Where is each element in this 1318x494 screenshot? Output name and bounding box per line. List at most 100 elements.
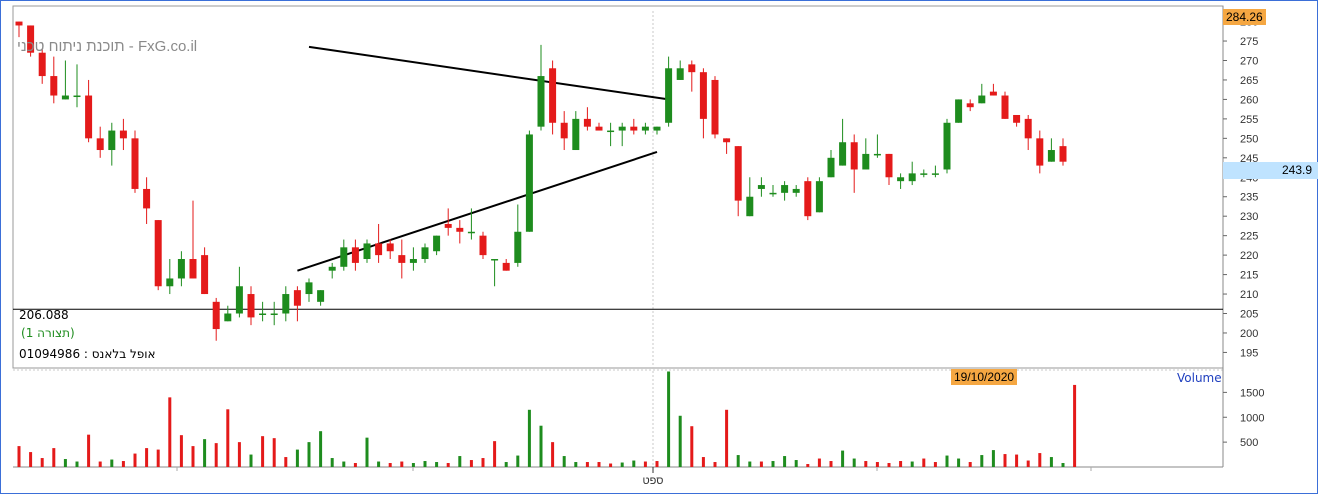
candle-down[interactable]	[293, 286, 301, 322]
volume-bar[interactable]	[458, 456, 462, 467]
volume-bar[interactable]	[597, 462, 601, 467]
volume-bar[interactable]	[284, 457, 288, 467]
volume-bar[interactable]	[272, 438, 276, 467]
candle-up[interactable]	[235, 266, 243, 318]
candle-down[interactable]	[189, 200, 197, 279]
volume-bar[interactable]	[1015, 454, 1019, 467]
volume-bar[interactable]	[655, 461, 659, 467]
candle-up[interactable]	[781, 181, 789, 201]
volume-bar[interactable]	[75, 461, 79, 467]
candle-up[interactable]	[340, 239, 348, 271]
volume-bar[interactable]	[110, 459, 114, 467]
candle-up[interactable]	[839, 118, 847, 166]
volume-bar[interactable]	[551, 442, 555, 467]
candle-up[interactable]	[305, 278, 313, 302]
candle-down[interactable]	[699, 68, 707, 139]
candle-up[interactable]	[792, 185, 800, 197]
candle-up[interactable]	[931, 165, 939, 178]
volume-bar[interactable]	[63, 459, 67, 467]
candle-down[interactable]	[212, 297, 220, 341]
candle-up[interactable]	[328, 262, 336, 279]
candle-down[interactable]	[15, 21, 23, 38]
candle-down[interactable]	[549, 60, 557, 135]
volume-bar[interactable]	[121, 461, 125, 467]
volume-bar[interactable]	[736, 455, 740, 467]
volume-bar[interactable]	[237, 442, 241, 467]
candle-down[interactable]	[734, 146, 742, 217]
volume-bar[interactable]	[168, 397, 172, 467]
volume-bar[interactable]	[887, 463, 891, 467]
candle-up[interactable]	[653, 126, 661, 135]
volume-bar[interactable]	[690, 426, 694, 467]
candle-down[interactable]	[50, 56, 58, 104]
candle-up[interactable]	[363, 239, 371, 263]
candle-up[interactable]	[433, 235, 441, 256]
candle-up[interactable]	[943, 118, 951, 174]
candle-up[interactable]	[177, 251, 185, 287]
candle-up[interactable]	[282, 286, 290, 322]
volume-bar[interactable]	[52, 448, 56, 467]
volume-bar[interactable]	[400, 461, 404, 467]
candle-up[interactable]	[665, 56, 673, 127]
candle-up[interactable]	[421, 243, 429, 263]
candle-up[interactable]	[270, 301, 278, 326]
volume-bar[interactable]	[98, 461, 102, 467]
volume-bar[interactable]	[1049, 457, 1053, 467]
candle-down[interactable]	[966, 99, 974, 112]
candle-down[interactable]	[386, 239, 394, 260]
volume-bar[interactable]	[829, 461, 833, 467]
volume-bar[interactable]	[701, 457, 705, 467]
candle-up[interactable]	[769, 185, 777, 197]
volume-bar[interactable]	[1061, 463, 1065, 467]
candle-up[interactable]	[920, 169, 928, 178]
candle-down[interactable]	[711, 76, 719, 139]
candle-up[interactable]	[73, 64, 81, 108]
volume-bar[interactable]	[771, 461, 775, 467]
volume-bar[interactable]	[342, 461, 346, 467]
volume-bar[interactable]	[783, 456, 787, 467]
candle-down[interactable]	[131, 130, 139, 193]
volume-bar[interactable]	[353, 463, 357, 467]
volume-bar[interactable]	[179, 435, 183, 467]
volume-bar[interactable]	[864, 461, 868, 467]
volume-bar[interactable]	[527, 409, 531, 467]
candle-down[interactable]	[560, 111, 568, 151]
candle-down[interactable]	[1001, 91, 1009, 119]
candle-down[interactable]	[154, 220, 162, 291]
volume-bar[interactable]	[875, 462, 879, 467]
candle-up[interactable]	[827, 150, 835, 178]
volume-bar[interactable]	[1003, 454, 1007, 467]
candle-up[interactable]	[166, 259, 174, 295]
volume-bar[interactable]	[145, 448, 149, 467]
candle-down[interactable]	[375, 223, 383, 263]
candle-down[interactable]	[351, 239, 359, 271]
volume-bar[interactable]	[667, 371, 671, 467]
volume-bar[interactable]	[794, 460, 798, 467]
volume-bar[interactable]	[968, 462, 972, 467]
candle-down[interactable]	[850, 134, 858, 193]
candle-down[interactable]	[502, 259, 510, 271]
volume-bar[interactable]	[446, 463, 450, 467]
candle-down[interactable]	[1036, 130, 1044, 174]
volume-bar[interactable]	[307, 442, 311, 467]
volume-bar[interactable]	[574, 462, 578, 467]
candle-down[interactable]	[804, 177, 812, 221]
volume-bar[interactable]	[29, 452, 33, 467]
candle-up[interactable]	[108, 122, 116, 166]
volume-bar[interactable]	[388, 463, 392, 467]
volume-bar[interactable]	[725, 409, 729, 467]
volume-bar[interactable]	[1073, 384, 1077, 467]
volume-bar[interactable]	[435, 462, 439, 467]
volume-bar[interactable]	[539, 425, 543, 467]
candle-up[interactable]	[537, 44, 545, 131]
candle-down[interactable]	[595, 122, 603, 131]
volume-bar[interactable]	[1038, 453, 1042, 467]
lower-trendline[interactable]	[297, 151, 658, 272]
chart-canvas[interactable]: 1952002052102152202252302352402452502552…	[1, 1, 1317, 493]
volume-bar[interactable]	[678, 415, 682, 467]
volume-bar[interactable]	[504, 462, 508, 467]
volume-bar[interactable]	[319, 431, 323, 467]
candle-down[interactable]	[885, 153, 893, 186]
candle-down[interactable]	[583, 107, 591, 131]
volume-bar[interactable]	[191, 446, 195, 467]
